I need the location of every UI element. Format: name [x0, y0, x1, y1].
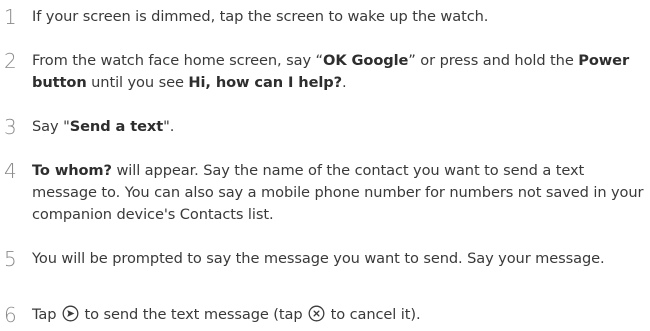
text-run: to send the text message (tap: [79, 306, 308, 323]
step-4: 4 To whom? will appear. Say the name of …: [0, 159, 650, 226]
text-run: If your screen is dimmed, tap the screen…: [32, 8, 489, 25]
step-number: 1: [4, 5, 17, 29]
step-text: To whom? will appear. Say the name of th…: [26, 160, 650, 226]
bold-term: Send a text: [69, 118, 164, 135]
step-text: You will be prompted to say the message …: [26, 248, 650, 270]
step-1: 1 If your screen is dimmed, tap the scre…: [0, 5, 650, 29]
step-text: If your screen is dimmed, tap the screen…: [26, 6, 650, 28]
step-number: 4: [4, 159, 17, 183]
step-3: 3 Say "Send a text".: [0, 115, 650, 139]
step-2: 2 From the watch face home screen, say “…: [0, 49, 650, 94]
step-number: 6: [4, 303, 17, 327]
step-number: 3: [4, 115, 17, 139]
bold-term: Hi, how can I help?: [188, 74, 342, 91]
text-run: ".: [163, 118, 175, 135]
step-text: Say "Send a text".: [26, 116, 650, 138]
step-text: From the watch face home screen, say “OK…: [26, 50, 650, 94]
bold-term: OK Google: [323, 52, 409, 69]
step-text: Tap to send the text message (tap to can…: [26, 304, 650, 326]
send-icon: [62, 305, 79, 322]
text-run: to cancel it).: [326, 306, 421, 323]
text-run: Tap: [32, 306, 61, 323]
bold-term: To whom?: [32, 162, 112, 179]
text-run: ” or press and hold the: [408, 52, 579, 69]
text-run: until you see: [86, 74, 189, 91]
step-6: 6 Tap to send the text message (tap to c…: [0, 303, 650, 327]
text-run: Say ": [32, 118, 70, 135]
step-5: 5 You will be prompted to say the messag…: [0, 247, 650, 271]
step-number: 2: [4, 49, 17, 73]
text-run: will appear. Say the name of the contact…: [32, 162, 644, 223]
text-run: From the watch face home screen, say “: [32, 52, 324, 69]
text-run: .: [341, 74, 347, 91]
text-run: You will be prompted to say the message …: [32, 250, 605, 267]
step-number: 5: [4, 247, 17, 271]
cancel-icon: [308, 305, 325, 322]
